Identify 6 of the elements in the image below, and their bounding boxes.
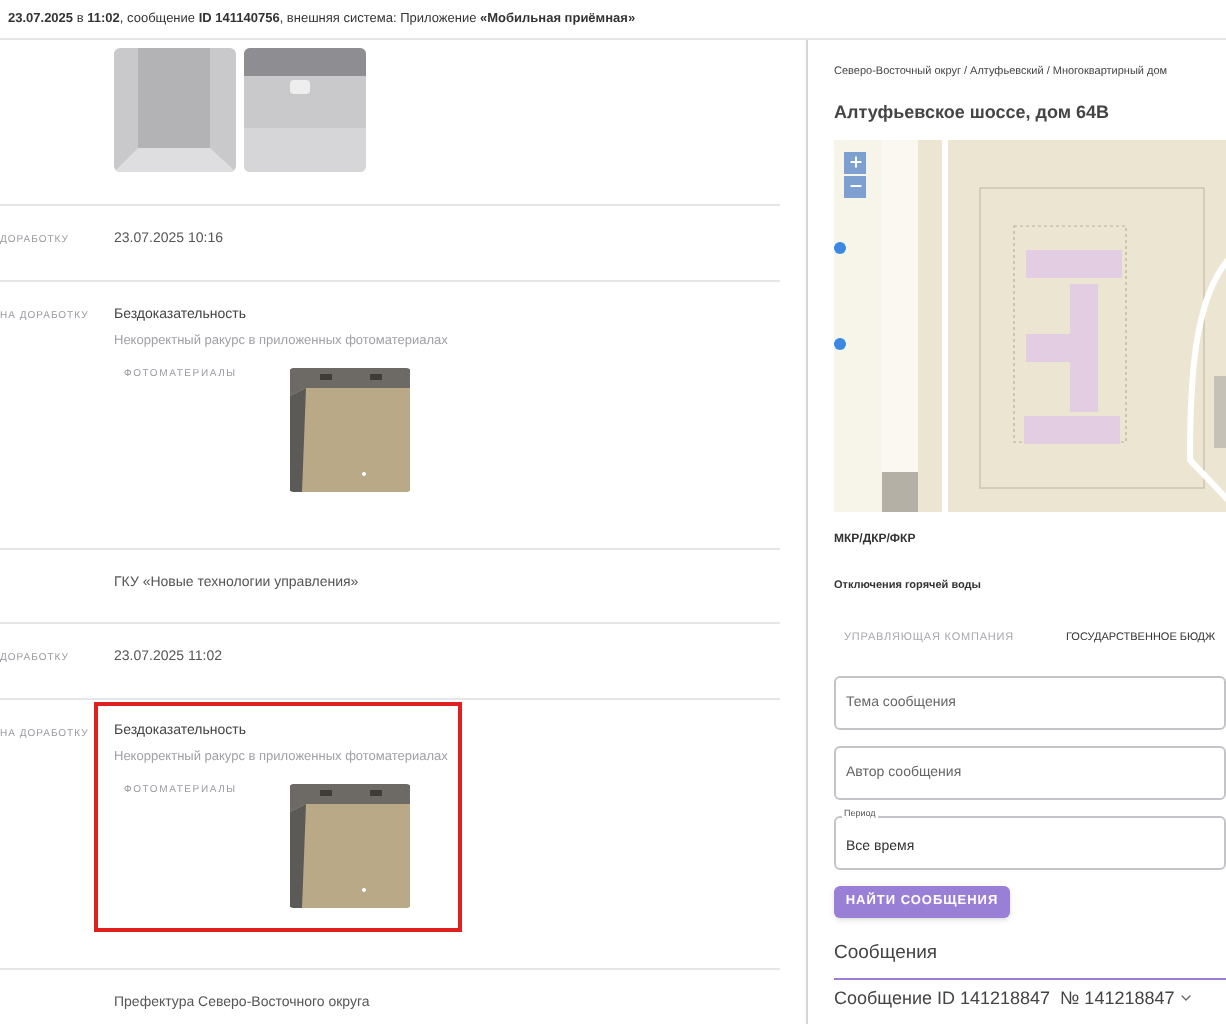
- plus-icon: [847, 154, 863, 171]
- section-title: Сообщения: [834, 940, 940, 969]
- zoom-in-button[interactable]: [844, 151, 866, 174]
- message-heading[interactable]: Сообщение ID 141218847 № 141218847: [834, 985, 1175, 1012]
- zoom-out-button[interactable]: [844, 175, 866, 198]
- address-title: Алтуфьевское шоссе, дом 64В: [834, 100, 1112, 127]
